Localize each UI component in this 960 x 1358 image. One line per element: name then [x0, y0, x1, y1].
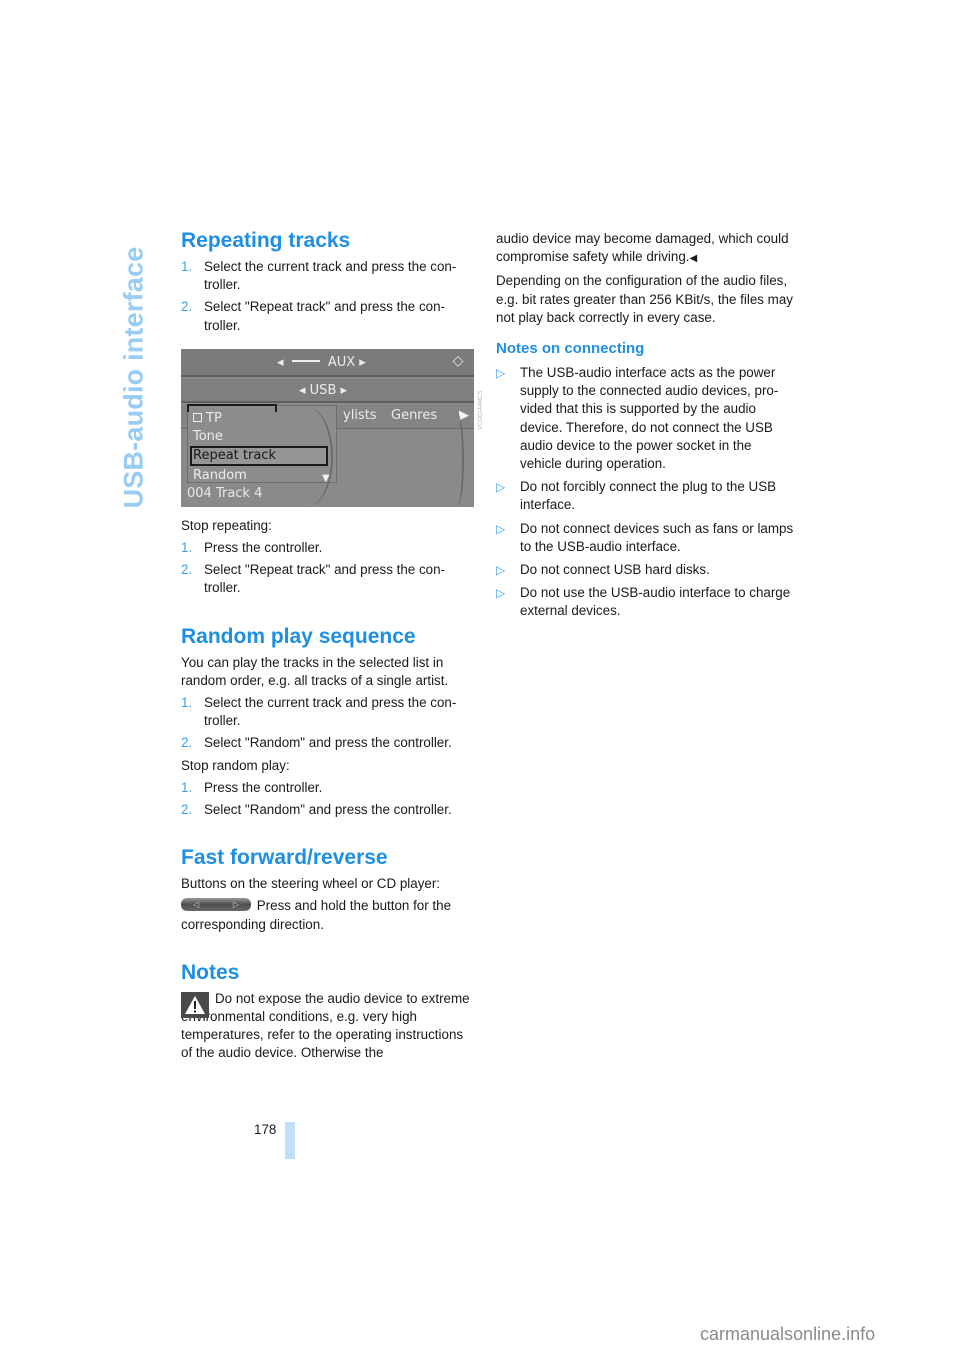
- bullet-triangle-icon: ▷: [496, 480, 506, 495]
- list-item: 1. Select the current track and press th…: [181, 258, 475, 294]
- fast-forward-intro: Buttons on the steering wheel or CD play…: [181, 876, 441, 892]
- stop-random-label: Stop random play:: [181, 757, 290, 773]
- step-text: Press the controller.: [204, 540, 323, 556]
- list-item: 2. Select "Repeat track" and press the c…: [181, 561, 475, 597]
- scroll-arc: [450, 412, 464, 507]
- heading-notes: Notes: [181, 960, 240, 984]
- step-text: Press the controller.: [204, 779, 323, 795]
- page-marker-bar: [285, 1122, 295, 1159]
- image-code: VCO0144MCS: [478, 390, 484, 430]
- heading-repeating-tracks: Repeating tracks: [181, 229, 351, 252]
- list-item: ▷ Do not forcibly connect the plug to th…: [496, 478, 796, 514]
- list-item: 1. Select the current track and press th…: [181, 694, 475, 730]
- warning-note: Do not expose the audio device to extrem…: [181, 990, 475, 1063]
- fast-forward-instruction: ◁ ▷ Press and hold the button for the co…: [181, 898, 452, 932]
- seek-button-icon: ◁ ▷: [181, 898, 251, 912]
- end-mark-icon: ◀: [689, 253, 698, 265]
- heading-random-play: Random play sequence: [181, 624, 416, 648]
- tab-playlists: ylists: [343, 407, 377, 423]
- step-number: 1.: [181, 695, 193, 711]
- list-item: ▷ Do not connect devices such as fans or…: [496, 520, 796, 556]
- step-number: 2.: [181, 299, 193, 315]
- watermark-link[interactable]: carmanualsonline.info: [700, 1324, 875, 1345]
- page-number: 178: [254, 1122, 277, 1137]
- step-number: 1.: [181, 779, 193, 795]
- menu-item-tone: Tone: [193, 428, 223, 444]
- tab-genres: Genres: [391, 407, 438, 423]
- random-intro: You can play the tracks in the selected …: [181, 654, 449, 688]
- list-item: 1. Press the controller.: [181, 779, 475, 797]
- step-text: Select "Repeat track" and press the con-…: [204, 562, 445, 596]
- menu-item-random: Random: [193, 467, 247, 483]
- bullet-triangle-icon: ▷: [496, 586, 506, 601]
- stop-repeating-label: Stop repeating:: [181, 517, 272, 533]
- menu-arc: [281, 406, 333, 507]
- bullet-triangle-icon: ▷: [496, 521, 506, 536]
- list-item: ▷ Do not connect USB hard disks.: [496, 561, 796, 579]
- list-item: 2. Select "Repeat track" and press the c…: [181, 298, 475, 334]
- right-column: audio device may become damaged, which c…: [496, 230, 796, 626]
- usb-source-label: ◂ USB ▸: [299, 382, 348, 398]
- step-number: 1.: [181, 540, 193, 556]
- controller-nav-icon: ◇: [452, 352, 464, 369]
- step-text: Select "Random" and press the controller…: [204, 735, 452, 751]
- menu-item-tp: TP: [193, 410, 222, 428]
- warning-text-continued: audio device may become damaged, which c…: [496, 231, 789, 265]
- checkbox-icon: [193, 412, 202, 422]
- cable-icon: [291, 359, 320, 362]
- chapter-title-text: USB-audio interface: [118, 246, 149, 508]
- warning-text: Do not expose the audio device to extrem…: [181, 990, 470, 1061]
- step-text: Select the current track and press the c…: [204, 695, 457, 729]
- bullet-triangle-icon: ▷: [496, 563, 506, 578]
- step-text: Select "Random" and press the controller…: [204, 802, 452, 818]
- list-item: ▷ The USB-audio interface acts as the po…: [496, 364, 796, 473]
- config-note: Depending on the configuration of the au…: [496, 273, 793, 325]
- list-item: 1. Press the controller.: [181, 539, 475, 557]
- chapter-side-title: USB-audio interface: [118, 232, 149, 522]
- idrive-screen-image: ◂ AUX ▸ ◇ ◂ USB ▸ ylists Genres ▶ TP Ton…: [181, 348, 474, 507]
- list-item: 2. Select "Random" and press the control…: [181, 801, 475, 819]
- list-item: ▷ Do not use the USB-audio interface to …: [496, 584, 796, 620]
- step-number: 2.: [181, 735, 193, 751]
- warning-triangle-icon: [181, 991, 209, 1018]
- step-number: 1.: [181, 259, 193, 274]
- bullet-triangle-icon: ▷: [496, 366, 506, 381]
- list-item: 2. Select "Random" and press the control…: [181, 734, 475, 752]
- heading-fast-forward: Fast forward/reverse: [181, 846, 388, 870]
- heading-notes-on-connecting: Notes on connecting: [496, 340, 645, 358]
- step-text: Select "Repeat track" and press the con-…: [204, 299, 445, 333]
- aux-source-label: ◂ AUX ▸: [277, 354, 366, 370]
- step-number: 2.: [181, 562, 193, 578]
- step-number: 2.: [181, 802, 193, 818]
- left-column: Repeating tracks 1. Select the current t…: [181, 228, 475, 1067]
- step-text: Select the current track and press the c…: [204, 259, 457, 293]
- current-track-label: 004 Track 4: [187, 485, 263, 501]
